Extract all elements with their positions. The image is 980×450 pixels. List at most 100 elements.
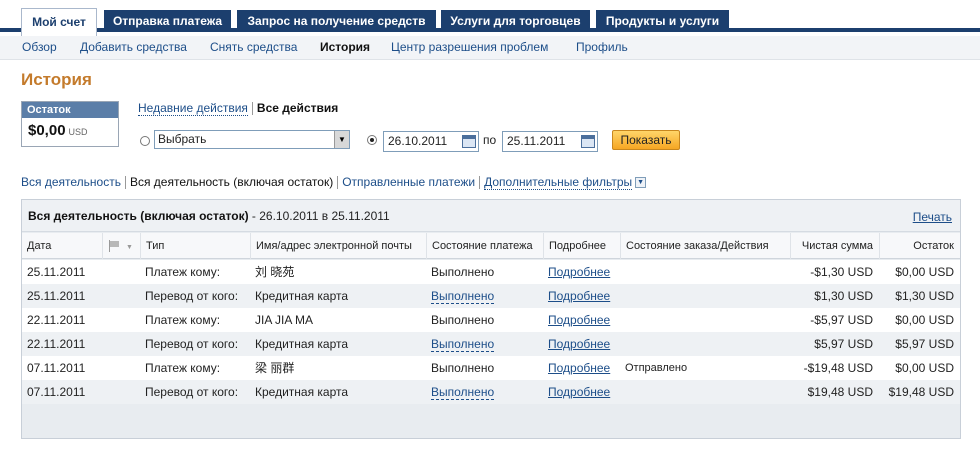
all-activity-tab[interactable]: Все действия [257,101,338,115]
subnav-withdraw[interactable]: Снять средства [210,40,297,54]
details-link[interactable]: Подробнее [548,265,610,279]
cell-details-link[interactable]: Подробнее [543,380,620,404]
cell-net-amount: $5,97 USD [814,337,873,351]
calendar-icon[interactable] [581,135,595,148]
tab-send-payment[interactable]: Отправка платежа [104,10,231,32]
cell-status[interactable]: Выполнено [426,380,543,404]
cell-date: 22.11.2011 [27,337,86,351]
details-link[interactable]: Подробнее [548,361,610,375]
table-row: 25.11.2011 Перевод от кого: Кредитная карт… [22,284,960,308]
table-date-range: - 26.10.2011 в 25.11.2011 [248,209,390,223]
status-link[interactable]: Выполнено [431,289,495,304]
details-link[interactable]: Подробнее [548,289,610,303]
period-select[interactable]: Выбрать ▼ [154,130,350,149]
tab-products-services[interactable]: Продукты и услуги [596,10,729,32]
cell-status[interactable]: Выполнено [426,284,543,308]
cell-order-status [620,332,790,356]
balance-box: Остаток $0,00 USD [21,101,119,147]
flag-icon [108,240,122,252]
col-net-amount[interactable]: Чистая сумма [790,233,879,259]
cell-name: Кредитная карта [255,289,349,303]
subnav-history[interactable]: История [320,40,370,54]
tab-my-account[interactable]: Мой счет [21,8,97,36]
subnav-resolution-center[interactable]: Центр разрешения проблем [391,40,548,54]
all-activity-balance-link[interactable]: Вся деятельность (включая остаток) [130,175,333,189]
chevron-down-icon[interactable]: ▼ [635,177,647,189]
cell-type: Платеж кому: [145,313,221,327]
cell-status: Выполнено [431,361,495,375]
cell-name: 梁 丽群 [255,361,295,375]
divider [337,176,339,190]
col-type[interactable]: Тип [140,233,250,259]
cell-status[interactable]: Выполнено [426,332,543,356]
table-row: 22.11.2011 Платеж кому: JIA JIA MA Выполнен… [22,308,960,332]
cell-balance: $0,00 USD [895,361,954,375]
recent-activity-link[interactable]: Недавние действия [138,101,248,116]
cell-type: Платеж кому: [145,361,221,375]
cell-name: 刘 晓苑 [255,265,295,279]
cell-net-amount: -$5,97 USD [810,313,873,327]
cell-net-amount: -$19,48 USD [803,361,873,375]
cell-date: 25.11.2011 [27,265,86,279]
col-balance[interactable]: Остаток [879,233,960,259]
status-link[interactable]: Выполнено [431,385,495,400]
cell-details-link[interactable]: Подробнее [543,332,620,356]
select-range-radio[interactable] [140,136,150,146]
all-activity-link[interactable]: Вся деятельность [21,175,121,189]
col-details[interactable]: Подробнее [543,233,620,259]
balance-amount: $0,00 USD [22,118,118,139]
details-link[interactable]: Подробнее [548,313,610,327]
transactions-panel: Вся деятельность (включая остаток) - 26.… [21,199,961,439]
cell-date: 22.11.2011 [27,313,86,327]
cell-order-status [620,380,790,404]
more-filters-link[interactable]: Дополнительные фильтры [484,175,633,190]
sub-navigation: Обзор Добавить средства Снять средства И… [0,36,980,60]
col-order-status[interactable]: Состояние заказа/Действия [620,233,790,259]
cell-balance: $0,00 USD [895,313,954,327]
cell-details-link[interactable]: Подробнее [543,356,620,380]
sort-icon: ▼ [126,244,133,251]
panel-header: Вся деятельность (включая остаток) - 26.… [22,200,960,232]
cell-balance: $1,30 USD [895,289,954,303]
table-header: Дата ▼ Тип Имя/адрес электронной почты С… [22,233,960,259]
show-button[interactable]: Показать [612,130,680,150]
date-to-label: по [483,133,497,147]
table-title-text: Вся деятельность (включая остаток) [28,209,249,223]
chevron-down-icon[interactable]: ▼ [334,131,349,148]
cell-net-amount: -$1,30 USD [810,265,873,279]
tab-request-money[interactable]: Запрос на получение средств [237,10,436,32]
cell-order-status [620,260,790,284]
cell-balance: $5,97 USD [895,337,954,351]
cell-name: JIA JIA MA [255,313,314,327]
sent-payments-link[interactable]: Отправленные платежи [342,175,475,189]
top-navigation: Мой счет Отправка платежа Запрос на полу… [0,0,980,36]
cell-type: Перевод от кого: [145,337,239,351]
cell-net-amount: $19,48 USD [807,385,873,399]
date-range-radio[interactable] [367,135,377,145]
cell-details-link[interactable]: Подробнее [543,260,620,284]
cell-details-link[interactable]: Подробнее [543,308,620,332]
table-title: Вся деятельность (включая остаток) - 26.… [28,209,390,223]
details-link[interactable]: Подробнее [548,385,610,399]
status-link[interactable]: Выполнено [431,337,495,352]
date-from-field[interactable]: 26.10.2011 [383,131,479,152]
cell-date: 25.11.2011 [27,289,86,303]
details-link[interactable]: Подробнее [548,337,610,351]
cell-balance: $19,48 USD [888,385,954,399]
balance-currency: USD [68,127,88,137]
subnav-overview[interactable]: Обзор [22,40,57,54]
date-to-field[interactable]: 25.11.2011 [502,131,598,152]
print-link[interactable]: Печать [913,210,952,224]
subnav-profile[interactable]: Профиль [576,40,628,54]
col-date[interactable]: Дата [22,233,102,259]
subnav-add-funds[interactable]: Добавить средства [80,40,187,54]
calendar-icon[interactable] [462,135,476,148]
cell-details-link[interactable]: Подробнее [543,284,620,308]
filter-tabs: Недавние действия Все действия [138,101,338,116]
col-payment-status[interactable]: Состояние платежа [426,233,543,259]
col-name-email[interactable]: Имя/адрес электронной почты [250,233,426,259]
tab-merchant-services[interactable]: Услуги для торговцев [441,10,590,32]
balance-label: Остаток [22,102,118,118]
col-flag[interactable]: ▼ [102,233,140,259]
date-to-value: 25.11.2011 [507,134,566,148]
